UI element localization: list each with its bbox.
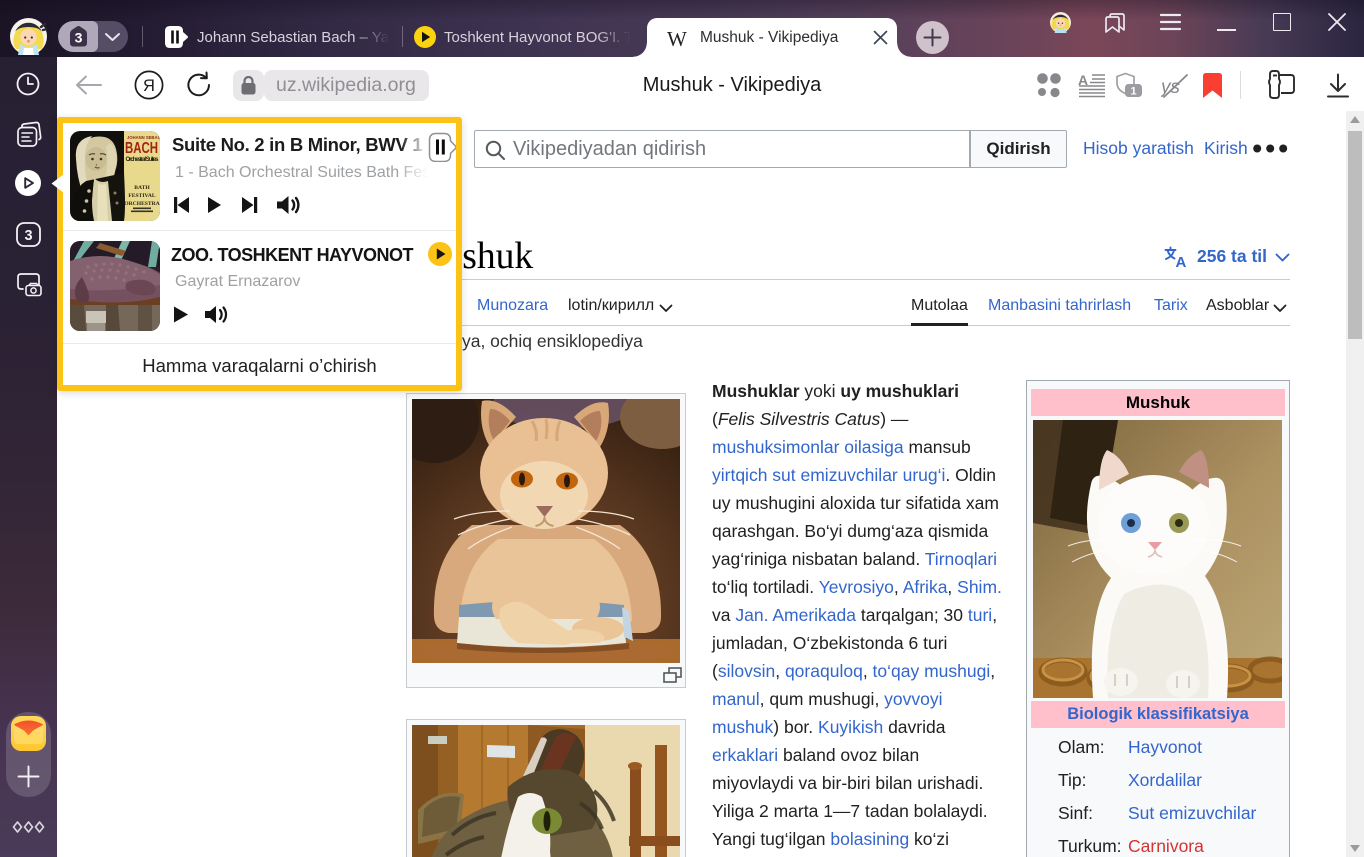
svg-text:3: 3 xyxy=(24,228,32,244)
svg-text:Я: Я xyxy=(143,77,155,95)
svg-text:3: 3 xyxy=(75,30,83,46)
svg-text:A: A xyxy=(1176,254,1187,268)
svg-text:ys: ys xyxy=(1161,77,1181,98)
svg-text:FESTIVAL: FESTIVAL xyxy=(128,193,156,199)
svg-text:BATH: BATH xyxy=(134,185,150,191)
svg-text:1: 1 xyxy=(1130,86,1136,98)
svg-text:ORCHESTRA: ORCHESTRA xyxy=(124,201,159,207)
svg-text:BACH: BACH xyxy=(125,140,158,157)
svg-text:Orchestral Suites: Orchestral Suites xyxy=(126,157,160,163)
